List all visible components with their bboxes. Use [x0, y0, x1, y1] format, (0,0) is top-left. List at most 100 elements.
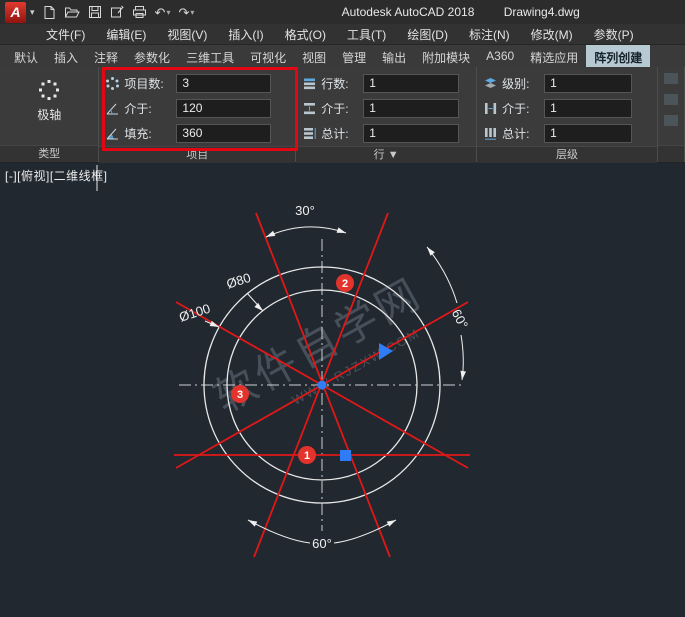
polar-array-button[interactable]: 极轴	[6, 70, 92, 123]
menu-edit[interactable]: 编辑(E)	[104, 25, 148, 44]
tab-3dtools[interactable]: 三维工具	[178, 45, 242, 67]
undo-button[interactable]: ↶ ▾	[155, 6, 171, 19]
rows-between-icon	[302, 101, 317, 116]
save-button[interactable]	[88, 5, 102, 19]
tab-a360[interactable]: A360	[478, 45, 522, 67]
items-between-row: 介于:	[105, 96, 289, 120]
items-count-input[interactable]	[176, 74, 271, 93]
tab-output[interactable]: 输出	[374, 45, 414, 67]
rows-count-label: 行数:	[321, 75, 359, 92]
tab-manage[interactable]: 管理	[334, 45, 374, 67]
save-as-button[interactable]	[110, 5, 124, 19]
open-file-button[interactable]	[64, 5, 80, 19]
panel-rows: 行数: 介于: 总计: 行 ▼	[296, 67, 477, 162]
rows-total-icon	[302, 126, 317, 141]
clipped-icon	[664, 94, 678, 105]
levels-count-row: 级别:	[483, 71, 651, 95]
tab-view[interactable]: 视图	[294, 45, 334, 67]
panel-type: 极轴 类型	[0, 67, 99, 162]
save-as-icon	[110, 5, 124, 19]
levels-between-input[interactable]	[544, 99, 632, 118]
items-count-row: 项目数:	[105, 71, 289, 95]
polar-array-icon	[37, 78, 61, 102]
tab-addins[interactable]: 附加模块	[414, 45, 478, 67]
undo-icon: ↶	[155, 6, 166, 19]
watermark: 软件自学网 WWW.RJZXW.COM	[206, 269, 440, 440]
clipped-icon	[664, 73, 678, 84]
rows-total-row: 总计:	[302, 121, 470, 145]
levels-total-label: 总计:	[502, 125, 540, 142]
levels-total-input[interactable]	[544, 124, 632, 143]
app-logo-button[interactable]: A	[5, 2, 26, 23]
levels-between-icon	[483, 101, 498, 116]
rows-count-row: 行数:	[302, 71, 470, 95]
plot-button[interactable]	[132, 5, 147, 19]
viewport-controls[interactable]: [-][俯视][二维线框]	[5, 167, 108, 184]
levels-between-row: 介于:	[483, 96, 651, 120]
tab-array-creation[interactable]: 阵列创建	[586, 45, 650, 67]
new-file-icon	[42, 5, 56, 20]
marker-2-label: 2	[342, 278, 348, 290]
undo-caret-icon[interactable]: ▾	[166, 8, 170, 17]
clipped-icon	[664, 115, 678, 126]
tab-annotate[interactable]: 注释	[86, 45, 126, 67]
window-title: Autodesk AutoCAD 2018 Drawing4.dwg	[201, 5, 680, 19]
menu-file[interactable]: 文件(F)	[44, 25, 87, 44]
rows-total-input[interactable]	[363, 124, 459, 143]
panel-title-clipped	[658, 145, 684, 162]
tab-parametric[interactable]: 参数化	[126, 45, 178, 67]
ribbon-array-creation: 极轴 类型 项目数: 介于: 填充: 项目	[0, 67, 685, 163]
levels-count-input[interactable]	[544, 74, 632, 93]
menu-draw[interactable]: 绘图(D)	[405, 25, 450, 44]
tab-home[interactable]: 默认	[6, 45, 46, 67]
document-title: Drawing4.dwg	[504, 5, 580, 19]
menu-dimension[interactable]: 标注(N)	[467, 25, 512, 44]
items-fill-row: 填充:	[105, 121, 289, 145]
midpoint-grip[interactable]	[340, 450, 351, 461]
menu-insert[interactable]: 插入(I)	[226, 25, 265, 44]
levels-total-row: 总计:	[483, 121, 651, 145]
title-bar: A ▾ ↶ ▾ ↷ ▾ Autodesk AutoCAD 2018 Drawin…	[0, 0, 685, 24]
menu-modify[interactable]: 修改(M)	[529, 25, 575, 44]
menu-tools[interactable]: 工具(T)	[345, 25, 388, 44]
printer-icon	[132, 5, 147, 19]
panel-items: 项目数: 介于: 填充: 项目	[99, 67, 296, 162]
new-file-button[interactable]	[42, 5, 56, 20]
polar-array-label: 极轴	[37, 106, 61, 123]
items-between-input[interactable]	[176, 99, 271, 118]
diameter-100-dim: Ø100	[177, 301, 212, 325]
items-count-icon	[105, 76, 120, 91]
items-between-label: 介于:	[124, 100, 172, 117]
menu-view[interactable]: 视图(V)	[165, 25, 209, 44]
redo-button[interactable]: ↷ ▾	[178, 6, 194, 19]
app-menu-caret-icon[interactable]: ▾	[30, 7, 35, 18]
app-title: Autodesk AutoCAD 2018	[342, 5, 475, 19]
redo-caret-icon[interactable]: ▾	[190, 8, 194, 17]
levels-between-label: 介于:	[502, 100, 540, 117]
panel-title-rows[interactable]: 行 ▼	[296, 146, 476, 163]
panel-levels: 级别: 介于: 总计: 层级	[477, 67, 658, 162]
center-grip[interactable]	[318, 381, 327, 390]
rows-count-icon	[302, 76, 317, 91]
levels-total-icon	[483, 126, 498, 141]
items-fill-angle-icon	[105, 126, 120, 141]
menu-parametric[interactable]: 参数(P)	[592, 25, 636, 44]
tab-featured-apps[interactable]: 精选应用	[522, 45, 586, 67]
quick-access-toolbar: ↶ ▾ ↷ ▾	[42, 5, 195, 20]
tab-insert[interactable]: 插入	[46, 45, 86, 67]
rows-between-input[interactable]	[363, 99, 459, 118]
panel-clipped	[658, 67, 685, 162]
redo-icon: ↷	[178, 6, 189, 19]
rows-count-input[interactable]	[363, 74, 459, 93]
save-icon	[88, 5, 102, 19]
marker-3-label: 3	[237, 389, 243, 401]
levels-count-icon	[483, 76, 498, 91]
rows-between-label: 介于:	[321, 100, 359, 117]
tab-visualize[interactable]: 可视化	[242, 45, 294, 67]
menu-format[interactable]: 格式(O)	[283, 25, 328, 44]
panel-title-type: 类型	[0, 145, 98, 162]
drawing-canvas: 软件自学网 WWW.RJZXW.COM	[0, 163, 685, 617]
panel-title-items: 项目	[99, 146, 295, 163]
ribbon-tab-bar: 默认 插入 注释 参数化 三维工具 可视化 视图 管理 输出 附加模块 A360…	[0, 45, 685, 67]
items-fill-input[interactable]	[176, 124, 271, 143]
